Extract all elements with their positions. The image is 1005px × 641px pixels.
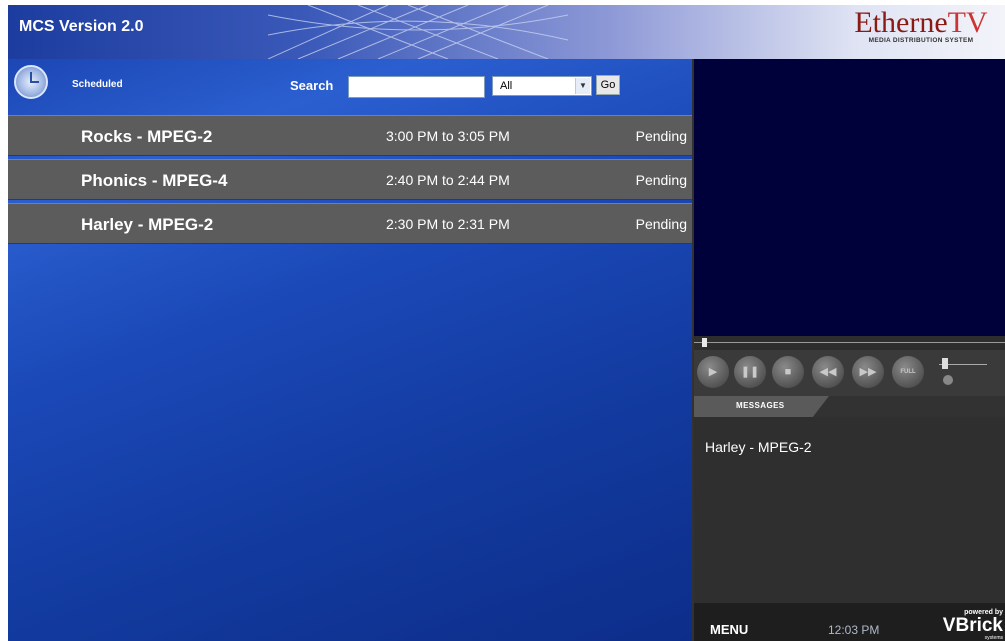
seek-bar[interactable] [694, 336, 1005, 350]
player-panel: ▶ ❚❚ ■ ◀◀ ▶▶ FULL MESSAGES Harley - MPEG… [692, 59, 1005, 641]
header-bar: MCS Version 2.0 EtherneTV MEDIA DISTRIBU… [8, 5, 1005, 59]
app-title: MCS Version 2.0 [19, 18, 144, 35]
fast-forward-icon[interactable]: ▶▶ [852, 356, 884, 388]
schedule-name: Harley - MPEG-2 [81, 215, 214, 234]
schedule-status: Pending [635, 128, 687, 144]
footer-bar: MENU 12:03 PM powered by VBrick systems [694, 603, 1005, 641]
current-time: 12:03 PM [828, 623, 880, 637]
logo-word-tv: TV [947, 6, 988, 39]
ethernetv-logo: EtherneTV MEDIA DISTRIBUTION SYSTEM [843, 7, 999, 53]
stop-icon[interactable]: ■ [772, 356, 804, 388]
schedule-status: Pending [635, 216, 687, 232]
app-window: MCS Version 2.0 EtherneTV MEDIA DISTRIBU… [8, 5, 1005, 641]
schedule-time: 2:40 PM to 2:44 PM [386, 172, 510, 188]
playback-controls: ▶ ❚❚ ■ ◀◀ ▶▶ FULL [694, 350, 1005, 396]
filter-select[interactable]: All ▼ [492, 76, 592, 96]
message-text: Harley - MPEG-2 [705, 439, 812, 455]
schedule-time: 2:30 PM to 2:31 PM [386, 216, 510, 232]
scheduled-label[interactable]: Scheduled [72, 79, 123, 90]
schedule-status: Pending [635, 172, 687, 188]
messages-tab-label: MESSAGES [736, 401, 785, 410]
schedule-row[interactable]: Harley - MPEG-2 2:30 PM to 2:31 PM Pendi… [8, 203, 692, 244]
play-icon[interactable]: ▶ [697, 356, 729, 388]
schedule-row[interactable]: Rocks - MPEG-2 3:00 PM to 3:05 PM Pendin… [8, 115, 692, 156]
seek-handle[interactable] [702, 338, 707, 347]
filter-value: All [500, 80, 513, 92]
vbrick-logo: powered by VBrick systems [943, 609, 1003, 641]
go-button[interactable]: Go [596, 75, 620, 95]
schedule-name: Phonics - MPEG-4 [81, 171, 228, 190]
schedule-name: Rocks - MPEG-2 [81, 127, 213, 146]
search-label: Search [290, 78, 334, 93]
volume-slider[interactable] [939, 358, 987, 372]
schedule-time: 3:00 PM to 3:05 PM [386, 128, 510, 144]
clock-icon[interactable] [14, 65, 48, 99]
search-input[interactable] [348, 76, 485, 98]
schedule-list: Rocks - MPEG-2 3:00 PM to 3:05 PM Pendin… [8, 115, 692, 247]
header-grid-decoration [268, 5, 568, 59]
brand-name: VBrick [942, 615, 1003, 636]
schedule-row[interactable]: Phonics - MPEG-4 2:40 PM to 2:44 PM Pend… [8, 159, 692, 200]
volume-handle[interactable] [942, 358, 948, 369]
menu-button[interactable]: MENU [710, 622, 748, 637]
seek-track [694, 342, 1005, 343]
chevron-down-icon[interactable]: ▼ [575, 78, 590, 94]
video-display[interactable] [694, 59, 1005, 336]
pause-icon[interactable]: ❚❚ [734, 356, 766, 388]
mute-icon[interactable] [943, 375, 953, 385]
messages-area: Harley - MPEG-2 [694, 417, 1005, 603]
full-screen-button[interactable]: FULL [892, 356, 924, 388]
messages-tab[interactable]: MESSAGES [694, 396, 829, 417]
rewind-icon[interactable]: ◀◀ [812, 356, 844, 388]
logo-word: Etherne [854, 6, 948, 39]
schedule-panel: Scheduled Search All ▼ Go Rocks - MPEG-2… [8, 59, 692, 641]
